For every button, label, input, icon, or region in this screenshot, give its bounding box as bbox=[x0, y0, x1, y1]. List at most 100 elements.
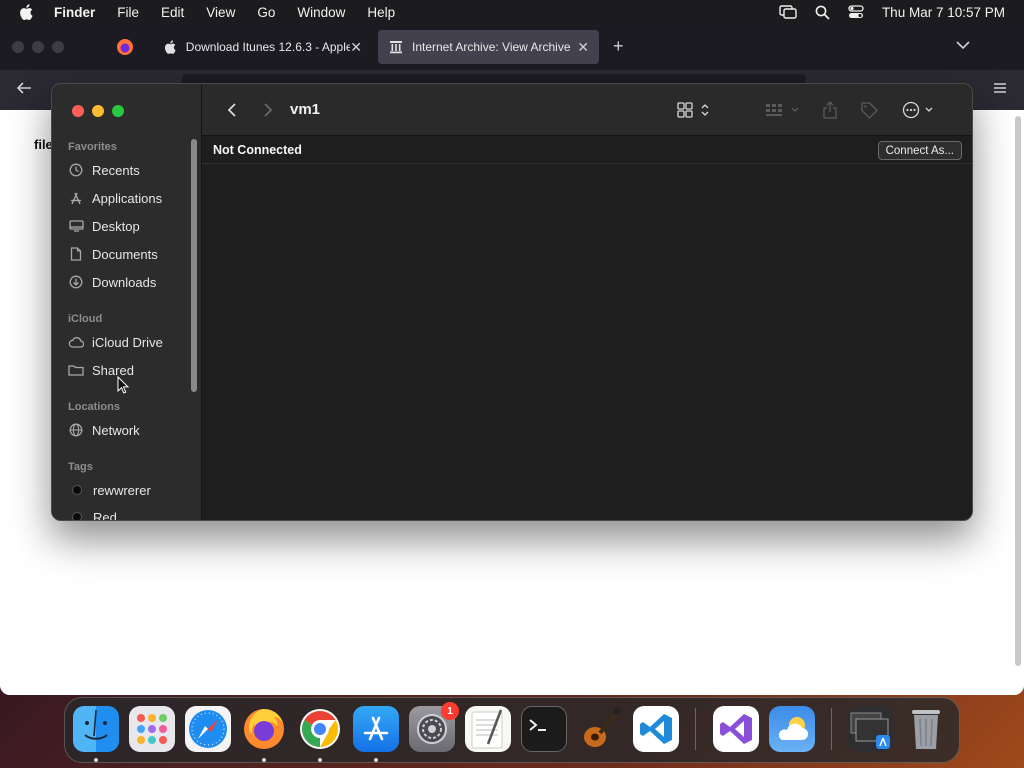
action-menu-button[interactable] bbox=[899, 84, 939, 136]
apple-logo-icon bbox=[20, 4, 33, 20]
tab-close-icon[interactable]: ✕ bbox=[577, 39, 589, 56]
sidebar-item-icloud-drive[interactable]: iCloud Drive bbox=[68, 331, 163, 353]
connection-status-text: Not Connected bbox=[213, 143, 302, 157]
tag-icon bbox=[861, 102, 878, 119]
finder-icon bbox=[84, 709, 108, 740]
back-arrow-icon[interactable] bbox=[16, 81, 32, 100]
menu-view[interactable]: View bbox=[195, 5, 246, 20]
sidebar-tag-item[interactable]: rewwrerer bbox=[68, 479, 151, 501]
menu-window[interactable]: Window bbox=[286, 5, 356, 20]
menu-app-name[interactable]: Finder bbox=[52, 5, 106, 20]
sidebar-item-applications[interactable]: Applications bbox=[68, 187, 162, 209]
sidebar-item-label: rewwrerer bbox=[93, 482, 151, 498]
control-center-icon[interactable] bbox=[848, 5, 864, 19]
tab-internet-archive[interactable]: Internet Archive: View Archive ✕ bbox=[378, 30, 599, 64]
minimize-window-button[interactable] bbox=[92, 105, 104, 117]
browser-tab-bar: Download Itunes 12.6.3 - Apple ✕ Interne… bbox=[0, 24, 1024, 70]
sidebar-item-label: Network bbox=[92, 422, 140, 438]
download-icon bbox=[68, 274, 84, 290]
hamburger-menu-icon[interactable] bbox=[993, 81, 1007, 99]
group-icon bbox=[766, 104, 799, 116]
tab-download-itunes[interactable]: Download Itunes 12.6.3 - Apple ✕ bbox=[152, 30, 372, 64]
tab-close-icon[interactable]: ✕ bbox=[350, 39, 362, 56]
new-tab-icon[interactable]: + bbox=[613, 36, 624, 57]
group-button[interactable] bbox=[763, 84, 803, 136]
dock-visual-studio[interactable] bbox=[713, 706, 759, 752]
dock-app-store[interactable] bbox=[353, 706, 399, 752]
dock-separator bbox=[831, 708, 832, 750]
mouse-cursor-icon bbox=[117, 376, 129, 394]
spotlight-search-icon[interactable] bbox=[815, 5, 830, 20]
dock-trash[interactable] bbox=[903, 706, 949, 752]
connect-as-button[interactable]: Connect As... bbox=[877, 141, 962, 160]
clock-text[interactable]: Thu Mar 7 10:57 PM bbox=[882, 5, 1005, 20]
vscode-icon bbox=[640, 714, 672, 744]
guitar-icon bbox=[584, 708, 620, 747]
browser-minimize-light[interactable] bbox=[32, 41, 44, 53]
apple-icon bbox=[162, 39, 178, 55]
zoom-window-button[interactable] bbox=[112, 105, 124, 117]
sidebar-item-label: iCloud Drive bbox=[92, 334, 163, 350]
dock-separator bbox=[695, 708, 696, 750]
chrome-icon bbox=[300, 709, 340, 749]
list-all-tabs-icon[interactable] bbox=[956, 37, 970, 55]
sidebar-item-desktop[interactable]: Desktop bbox=[68, 215, 140, 237]
sidebar-item-label: Recents bbox=[92, 162, 140, 178]
tab-title: Download Itunes 12.6.3 - Apple bbox=[185, 40, 351, 54]
dock-finder[interactable] bbox=[73, 706, 119, 752]
dock-launchpad[interactable] bbox=[129, 706, 175, 752]
tag-color-dot bbox=[72, 512, 82, 520]
document-icon bbox=[68, 246, 84, 262]
section-tags: Tags bbox=[68, 461, 93, 473]
dock-chrome[interactable] bbox=[297, 706, 343, 752]
dock-firefox[interactable] bbox=[241, 706, 287, 752]
dock-safari[interactable] bbox=[185, 706, 231, 752]
screen-mirroring-icon[interactable] bbox=[779, 5, 797, 19]
ellipsis-circle-icon bbox=[902, 101, 933, 119]
running-indicator bbox=[318, 758, 322, 762]
close-window-button[interactable] bbox=[72, 105, 84, 117]
tags-button[interactable] bbox=[858, 84, 880, 136]
sidebar-tag-item[interactable]: Red bbox=[68, 506, 117, 520]
sidebar-item-downloads[interactable]: Downloads bbox=[68, 271, 156, 293]
browser-zoom-light[interactable] bbox=[52, 41, 64, 53]
finder-content-area[interactable] bbox=[202, 164, 972, 520]
launchpad-icon bbox=[137, 714, 167, 744]
chevron-right-icon bbox=[264, 103, 273, 117]
firefox-view-icon[interactable] bbox=[116, 38, 134, 61]
apple-menu[interactable] bbox=[0, 4, 52, 20]
dock-terminal[interactable] bbox=[521, 706, 567, 752]
connection-status-bar: Not Connected Connect As... bbox=[202, 136, 972, 164]
sidebar-item-label: Applications bbox=[92, 190, 163, 206]
dock-textedit[interactable] bbox=[465, 706, 511, 752]
sidebar-item-network[interactable]: Network bbox=[68, 419, 140, 441]
sidebar-scrollbar[interactable] bbox=[191, 139, 197, 392]
running-indicator bbox=[262, 758, 266, 762]
sidebar-item-recents[interactable]: Recents bbox=[68, 159, 140, 181]
trash-icon bbox=[912, 710, 940, 749]
page-text-fragment: file bbox=[34, 137, 53, 152]
menu-edit[interactable]: Edit bbox=[150, 5, 195, 20]
section-favorites: Favorites bbox=[68, 141, 117, 153]
page-scrollbar[interactable] bbox=[1015, 116, 1021, 666]
terminal-icon bbox=[529, 719, 546, 731]
firefox-icon bbox=[244, 709, 284, 749]
view-mode-button[interactable] bbox=[675, 84, 715, 136]
menu-file[interactable]: File bbox=[106, 5, 150, 20]
weather-cloud-icon bbox=[778, 717, 808, 740]
back-button[interactable] bbox=[222, 84, 242, 136]
browser-close-light[interactable] bbox=[12, 41, 24, 53]
sidebar-item-label: Desktop bbox=[92, 218, 140, 234]
dock-garageband[interactable] bbox=[577, 706, 623, 752]
share-icon bbox=[823, 101, 837, 119]
running-indicator bbox=[94, 758, 98, 762]
menu-help[interactable]: Help bbox=[356, 5, 406, 20]
visual-studio-icon bbox=[720, 714, 752, 744]
sidebar-item-documents[interactable]: Documents bbox=[68, 243, 158, 265]
forward-button[interactable] bbox=[258, 84, 278, 136]
dock-downloads-stack[interactable] bbox=[847, 706, 893, 752]
dock-vscode[interactable] bbox=[633, 706, 679, 752]
dock-weather[interactable] bbox=[769, 706, 815, 752]
share-button[interactable] bbox=[820, 84, 840, 136]
menu-go[interactable]: Go bbox=[246, 5, 286, 20]
